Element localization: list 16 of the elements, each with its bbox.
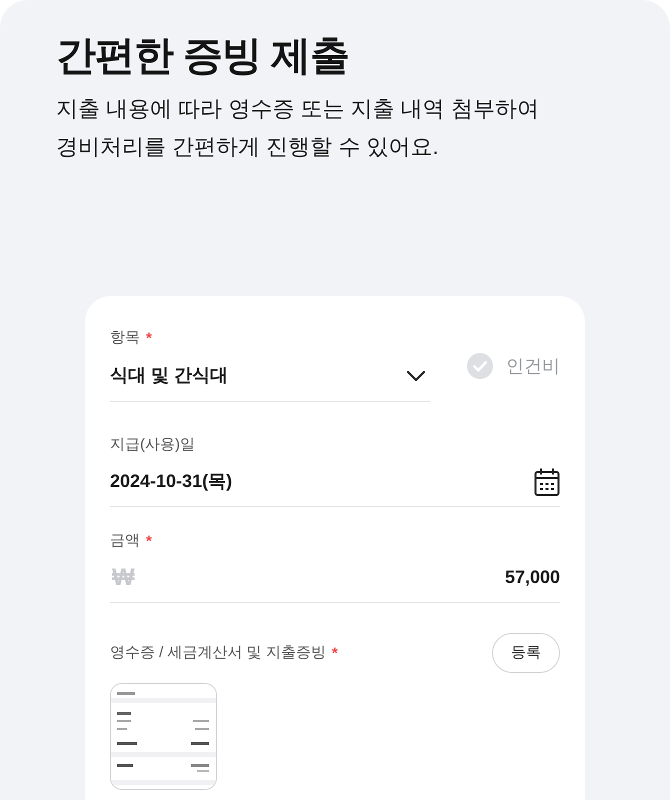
required-mark: * bbox=[332, 646, 338, 660]
page-title: 간편한 증빙 제출 bbox=[56, 33, 350, 80]
field-label: 지급(사용)일 bbox=[110, 434, 195, 455]
field-label: 금액 bbox=[110, 530, 140, 551]
amount-field[interactable]: ₩ 57,000 bbox=[110, 553, 560, 603]
calendar-icon bbox=[534, 466, 560, 496]
required-mark: * bbox=[146, 330, 152, 346]
field-label: 영수증 / 세금계산서 및 지출증빙 bbox=[110, 642, 326, 663]
chevron-down-icon bbox=[406, 370, 426, 382]
field-label: 항목 bbox=[110, 328, 140, 348]
register-button[interactable]: 등록 bbox=[492, 633, 560, 673]
required-mark: * bbox=[146, 534, 152, 548]
page-description: 지출 내용에 따라 영수증 또는 지출 내역 첨부하여 경비처리를 간편하게 진행할 수 있어요. bbox=[56, 95, 540, 161]
currency-symbol: ₩ bbox=[112, 562, 135, 592]
category-select[interactable]: 식대 및 간식대 bbox=[110, 350, 430, 402]
date-field[interactable]: 2024-10-31(목) bbox=[110, 457, 560, 507]
